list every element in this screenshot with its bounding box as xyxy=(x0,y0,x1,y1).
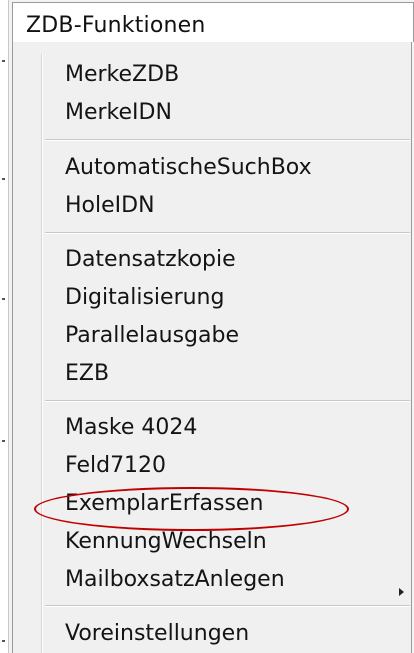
edge-tick xyxy=(2,440,5,442)
menu-item-voreinstellungen[interactable]: Voreinstellungen xyxy=(65,621,249,646)
menu-separator xyxy=(45,139,410,141)
menu-separator xyxy=(45,232,410,234)
edge-tick xyxy=(2,298,5,300)
menu-item-ezb[interactable]: EZB xyxy=(65,361,109,386)
menu-item-maske-4024[interactable]: Maske 4024 xyxy=(65,415,197,440)
menu-item-automatischesuchbox[interactable]: AutomatischeSuchBox xyxy=(65,155,312,180)
menu-item-merkeidn[interactable]: MerkeIDN xyxy=(65,100,172,125)
window-left-edge xyxy=(0,0,9,653)
menu-item-digitalisierung[interactable]: Digitalisierung xyxy=(65,285,224,310)
menu-item-feld7120[interactable]: Feld7120 xyxy=(65,453,166,478)
edge-tick xyxy=(2,640,5,642)
menu-item-parallelausgabe[interactable]: Parallelausgabe xyxy=(65,323,239,348)
dropdown-menu: MerkeZDB MerkeIDN AutomatischeSuchBox Ho… xyxy=(12,42,412,653)
edge-tick xyxy=(2,60,5,62)
menu-item-exemplarerfassen[interactable]: ExemplarErfassen xyxy=(65,491,263,516)
menu-separator xyxy=(45,400,410,402)
menu-item-datensatzkopie[interactable]: Datensatzkopie xyxy=(65,247,236,272)
menu-item-holeidn[interactable]: HoleIDN xyxy=(65,193,155,218)
menu-item-kennungwechseln[interactable]: KennungWechseln xyxy=(65,529,267,554)
edge-tick xyxy=(2,178,5,180)
menu-title-button[interactable]: ZDB-Funktionen xyxy=(12,2,414,42)
menu-title: ZDB-Funktionen xyxy=(26,13,206,38)
screen: ZDB-Funktionen MerkeZDB MerkeIDN Automat… xyxy=(0,0,414,653)
menu-separator xyxy=(45,605,410,607)
menu-gutter-highlight xyxy=(42,54,43,653)
chevron-right-icon xyxy=(399,588,404,596)
menu-item-merkezdb[interactable]: MerkeZDB xyxy=(65,62,179,87)
menu-item-mailboxsatzanlegen[interactable]: MailboxsatzAnlegen xyxy=(65,567,285,592)
